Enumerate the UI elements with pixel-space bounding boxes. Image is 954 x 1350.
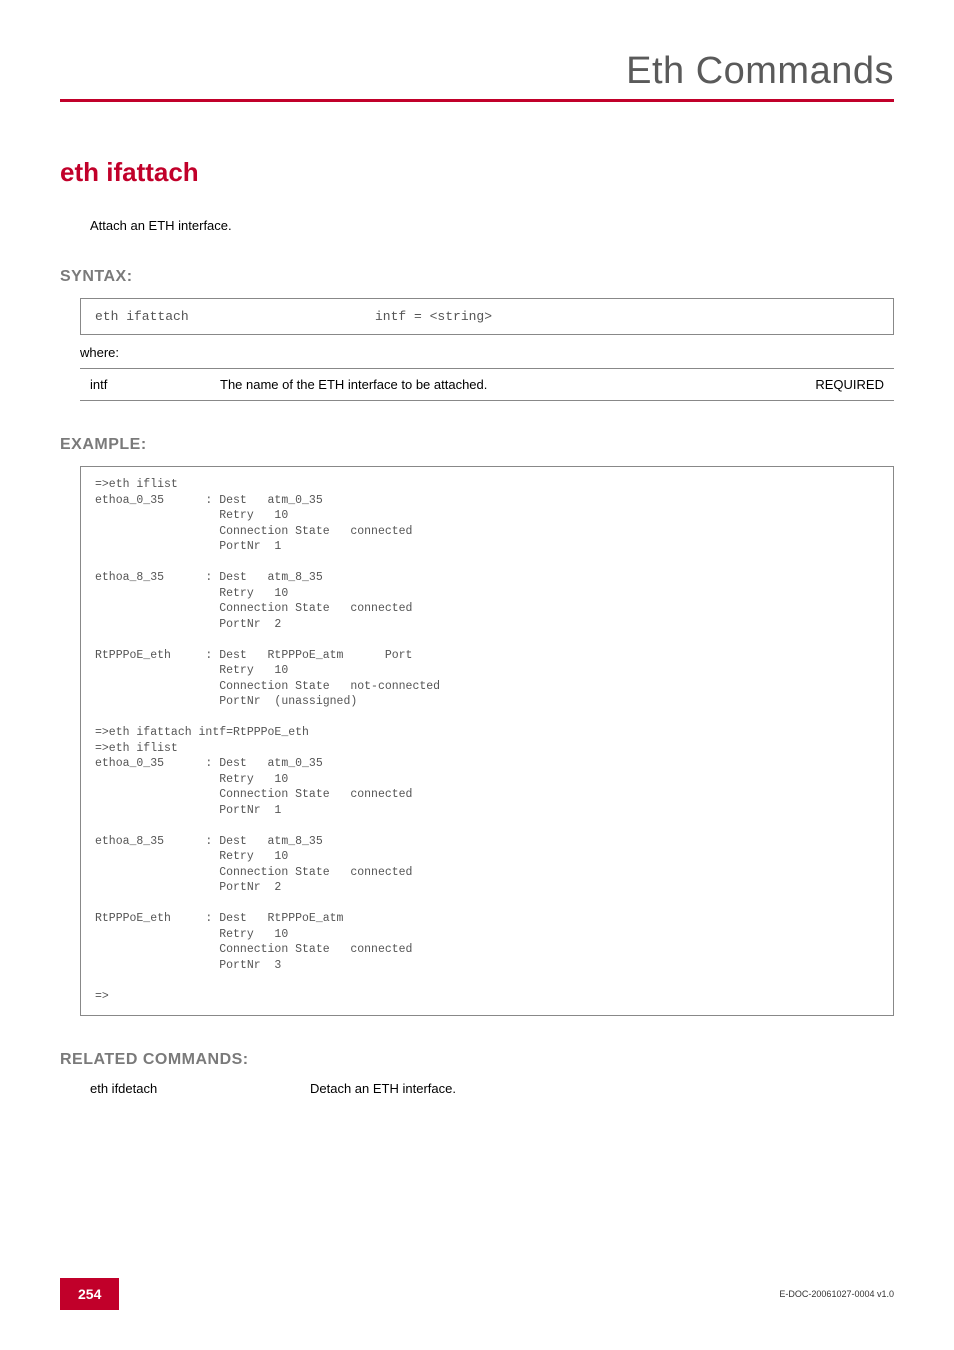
page-number-badge: 254 [60, 1278, 119, 1310]
page-header-title: Eth Commands [60, 50, 894, 99]
where-label: where: [80, 345, 894, 360]
syntax-heading: SYNTAX: [60, 268, 894, 286]
param-name: intf [90, 377, 220, 392]
example-output: =>eth iflist ethoa_0_35 : Dest atm_0_35 … [80, 466, 894, 1016]
command-description: Attach an ETH interface. [90, 218, 894, 233]
syntax-command: eth ifattach [95, 309, 375, 324]
page-footer: 254 E-DOC-20061027-0004 v1.0 [60, 1278, 894, 1310]
param-desc: The name of the ETH interface to be atta… [220, 377, 794, 392]
syntax-args: intf = <string> [375, 309, 879, 324]
document-id: E-DOC-20061027-0004 v1.0 [779, 1289, 894, 1299]
command-name: eth ifattach [60, 157, 894, 188]
related-row: eth ifdetach Detach an ETH interface. [90, 1081, 894, 1096]
related-description: Detach an ETH interface. [310, 1081, 894, 1096]
related-command: eth ifdetach [90, 1081, 310, 1096]
param-row: intf The name of the ETH interface to be… [80, 368, 894, 401]
syntax-box: eth ifattach intf = <string> [80, 298, 894, 335]
param-required: REQUIRED [794, 377, 884, 392]
example-heading: EXAMPLE: [60, 436, 894, 454]
related-heading: RELATED COMMANDS: [60, 1051, 894, 1069]
